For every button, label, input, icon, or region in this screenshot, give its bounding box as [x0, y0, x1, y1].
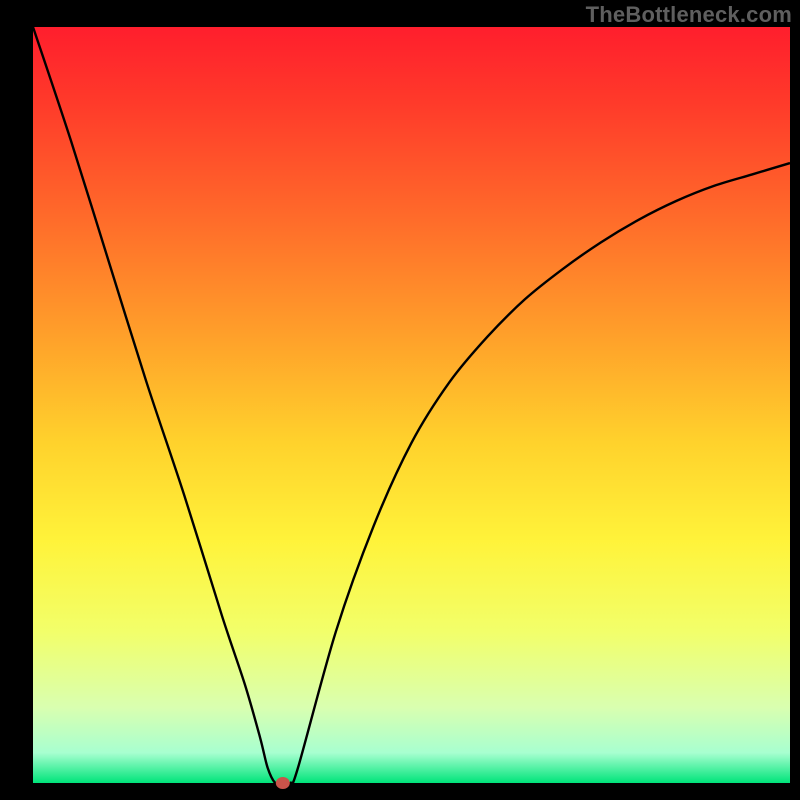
chart-frame: TheBottleneck.com: [0, 0, 800, 800]
bottleneck-chart: [0, 0, 800, 800]
gradient-background: [33, 27, 790, 783]
watermark-label: TheBottleneck.com: [586, 2, 792, 28]
optimum-marker: [276, 777, 290, 789]
